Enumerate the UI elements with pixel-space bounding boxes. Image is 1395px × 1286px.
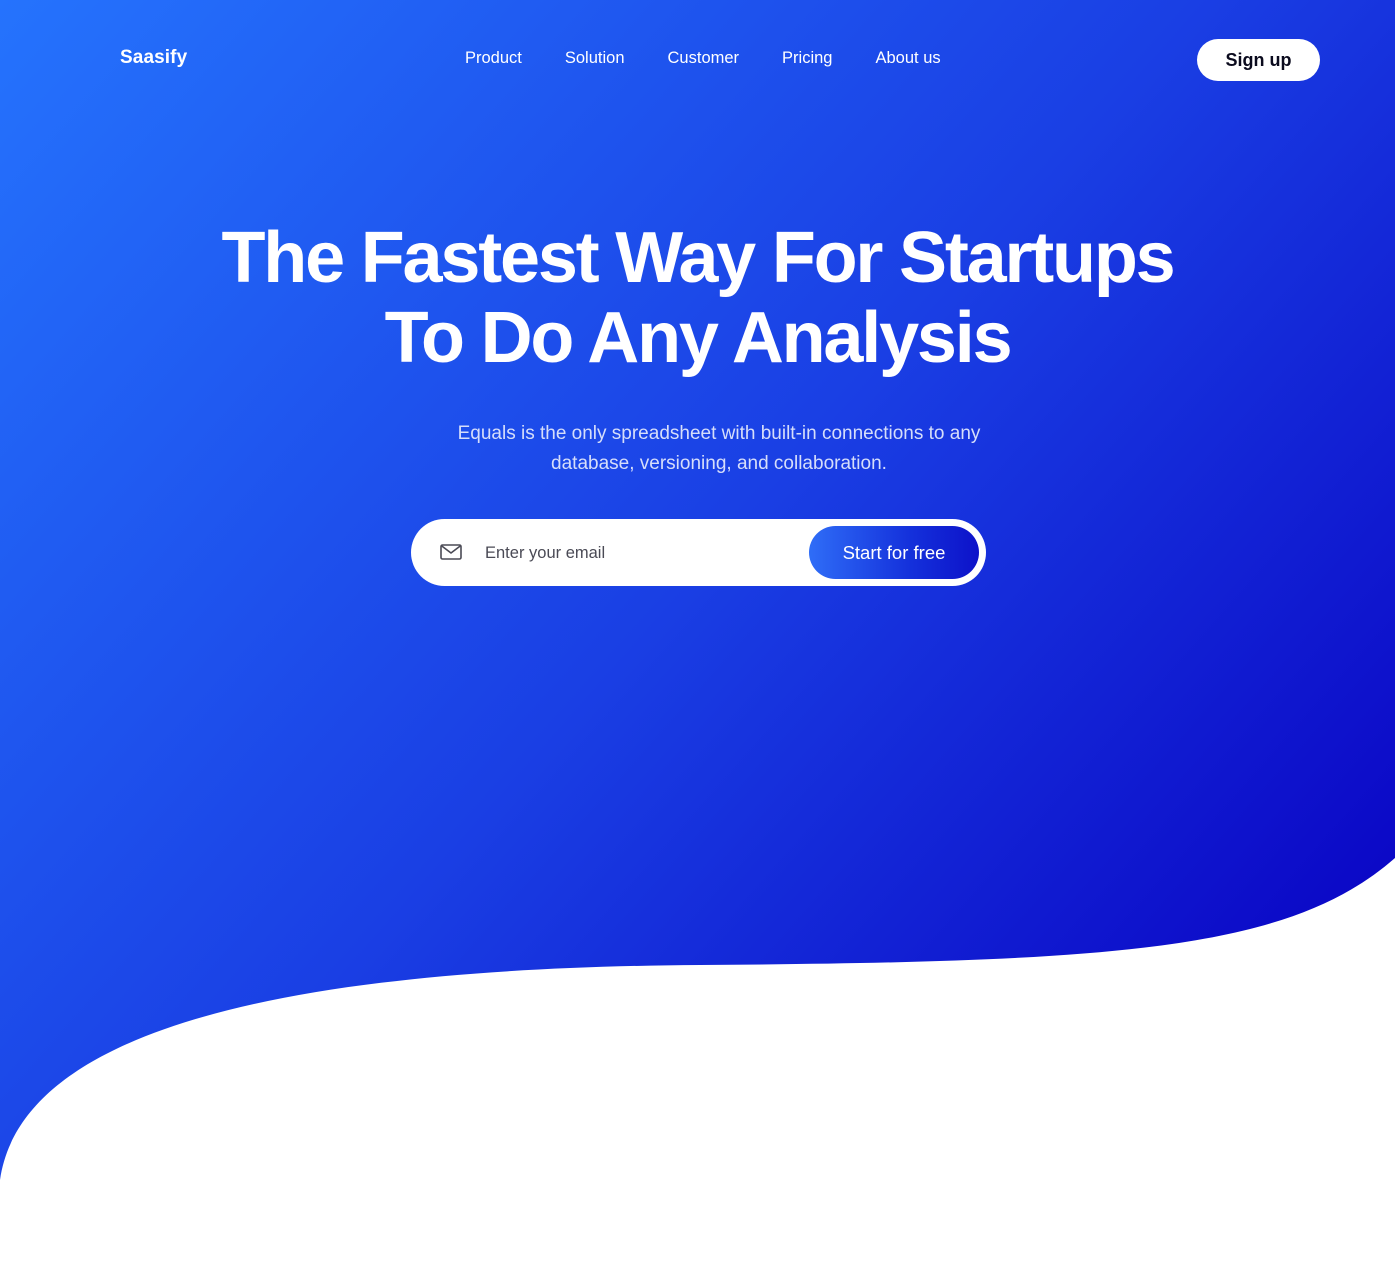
email-input[interactable]: [483, 536, 787, 570]
nav-link-about-us[interactable]: About us: [875, 49, 940, 68]
hero-subtitle-line-2: database, versioning, and collaboration.: [551, 453, 887, 474]
top-navigation: Saasify Product Solution Customer Pricin…: [0, 0, 1395, 120]
email-signup-form: Start for free: [411, 519, 986, 586]
brand-logo[interactable]: Saasify: [120, 47, 187, 69]
nav-link-customer[interactable]: Customer: [668, 49, 740, 68]
hero-subtitle-line-1: Equals is the only spreadsheet with buil…: [457, 423, 981, 444]
nav-link-solution[interactable]: Solution: [565, 49, 625, 68]
hero-subtitle: Equals is the only spreadsheet with buil…: [398, 419, 1040, 479]
nav-links: Product Solution Customer Pricing About …: [465, 49, 941, 68]
hero-section: Saasify Product Solution Customer Pricin…: [0, 0, 1395, 1286]
hero-wave-background: [0, 0, 1395, 1180]
mail-icon: [440, 543, 462, 561]
nav-link-product[interactable]: Product: [465, 49, 522, 68]
hero-headline: The Fastest Way For Startups To Do Any A…: [0, 218, 1395, 378]
start-for-free-button[interactable]: Start for free: [809, 526, 979, 579]
sign-up-button[interactable]: Sign up: [1197, 39, 1320, 81]
nav-link-pricing[interactable]: Pricing: [782, 49, 832, 68]
hero-headline-line-1: The Fastest Way For Startups: [221, 218, 1176, 298]
hero-headline-line-2: To Do Any Analysis: [384, 298, 1013, 378]
